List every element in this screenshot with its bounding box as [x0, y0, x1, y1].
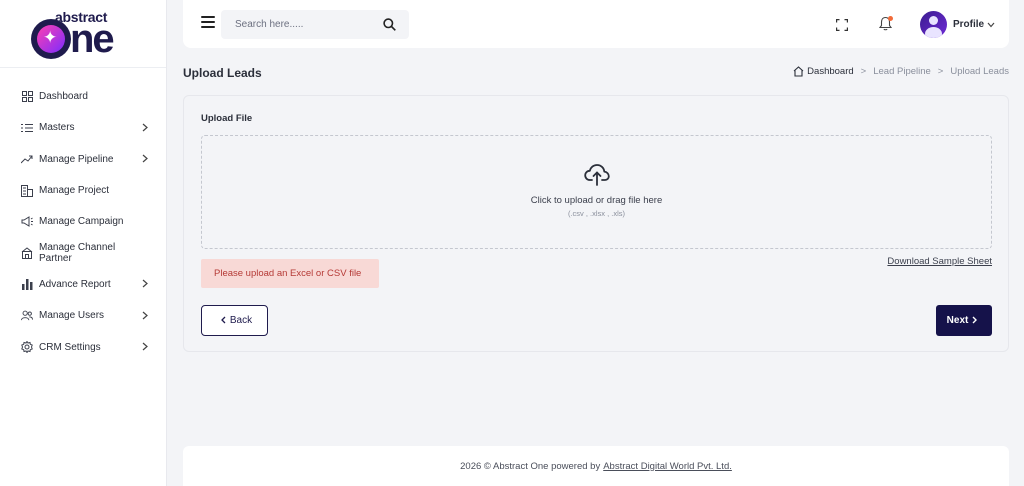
- sidebar-item-masters[interactable]: Masters: [0, 112, 166, 143]
- sidebar-item-label: Dashboard: [39, 91, 88, 103]
- logo-o-mark: ✦: [31, 18, 71, 59]
- avatar: [920, 11, 947, 38]
- sidebar-menu: Dashboard Masters Manage Pipeline Manage…: [0, 68, 166, 363]
- notification-dot: [888, 16, 893, 21]
- menu-toggle-icon[interactable]: [201, 16, 215, 28]
- profile-menu[interactable]: Profile: [920, 11, 995, 38]
- megaphone-icon: [21, 216, 33, 228]
- sidebar-item-label: CRM Settings: [39, 341, 101, 353]
- chevron-left-icon: [220, 316, 226, 326]
- search-icon[interactable]: [383, 17, 397, 32]
- next-button-label: Next: [946, 315, 969, 326]
- cloud-upload-icon: [583, 163, 610, 187]
- back-button[interactable]: Back: [201, 305, 268, 336]
- next-button[interactable]: Next: [936, 305, 992, 336]
- chevron-right-icon: [142, 154, 150, 164]
- chevron-right-icon: [972, 316, 978, 326]
- search-input[interactable]: [235, 19, 383, 30]
- page-title: Upload Leads: [183, 66, 262, 80]
- users-icon: [21, 310, 33, 322]
- building-icon: [21, 184, 33, 197]
- breadcrumb: Dashboard > Lead Pipeline > Upload Leads: [793, 66, 1009, 77]
- notification-bell-icon[interactable]: [878, 16, 893, 32]
- list-icon: [21, 122, 33, 134]
- chevron-right-icon: [142, 311, 150, 321]
- sidebar-item-manage-campaign[interactable]: Manage Campaign: [0, 206, 166, 237]
- dropzone-title: Click to upload or drag file here: [530, 195, 663, 206]
- sidebar-item-label: Manage Project: [39, 185, 110, 197]
- error-message: Please upload an Excel or CSV file: [201, 259, 379, 288]
- sidebar-item-advance-report[interactable]: Advance Report: [0, 269, 166, 300]
- gear-icon: [21, 341, 33, 354]
- sidebar-item-label: Advance Report: [39, 278, 111, 290]
- breadcrumb-separator: >: [937, 66, 944, 77]
- home-icon: [793, 66, 804, 77]
- search-box: [221, 10, 409, 39]
- file-dropzone[interactable]: Click to upload or drag file here (.csv …: [201, 135, 992, 249]
- sidebar-item-label: Manage Campaign: [39, 216, 124, 228]
- chevron-right-icon: [142, 123, 150, 133]
- logo-text-bottom: ne: [70, 16, 115, 61]
- sidebar: abstract ✦ ne Dashboard Masters Manage P…: [0, 0, 167, 486]
- sidebar-item-label: Manage Users: [39, 310, 105, 322]
- fullscreen-icon[interactable]: [836, 18, 848, 31]
- profile-label: Profile: [953, 19, 985, 30]
- sidebar-item-manage-pipeline[interactable]: Manage Pipeline: [0, 144, 166, 175]
- brand-logo[interactable]: abstract ✦ ne: [0, 0, 166, 68]
- sidebar-item-label: Manage Pipeline: [39, 153, 114, 165]
- footer: 2026 © Abstract One powered by Abstract …: [183, 446, 1009, 486]
- pipeline-icon: [21, 153, 33, 165]
- chevron-down-icon: [987, 20, 995, 30]
- upload-file-label: Upload File: [201, 113, 253, 124]
- breadcrumb-upload-leads: Upload Leads: [950, 66, 1009, 77]
- dropzone-formats: (.csv , .xlsx , .xls): [567, 209, 626, 218]
- breadcrumb-lead-pipeline[interactable]: Lead Pipeline: [873, 66, 931, 77]
- sidebar-item-label: Manage Channel Partner: [39, 242, 116, 265]
- sidebar-item-manage-project[interactable]: Manage Project: [0, 175, 166, 206]
- chevron-right-icon: [142, 342, 150, 352]
- breadcrumb-dashboard[interactable]: Dashboard: [807, 66, 853, 77]
- download-sample-sheet-link[interactable]: Download Sample Sheet: [887, 256, 992, 267]
- bar-chart-icon: [21, 278, 33, 290]
- footer-copyright: 2026 © Abstract One powered by: [460, 460, 601, 472]
- sidebar-item-crm-settings[interactable]: CRM Settings: [0, 331, 166, 362]
- footer-company-link[interactable]: Abstract Digital World Pvt. Ltd.: [603, 461, 732, 472]
- handshake-icon: [21, 247, 33, 260]
- chevron-right-icon: [142, 279, 150, 289]
- upload-card: Upload File Click to upload or drag file…: [183, 95, 1009, 352]
- sidebar-item-label: Masters: [39, 122, 75, 134]
- top-header: Profile: [183, 0, 1009, 48]
- sidebar-item-dashboard[interactable]: Dashboard: [0, 81, 166, 112]
- breadcrumb-separator: >: [860, 66, 867, 77]
- grid-icon: [21, 91, 33, 103]
- back-button-label: Back: [229, 315, 253, 326]
- sidebar-item-manage-users[interactable]: Manage Users: [0, 300, 166, 331]
- sidebar-item-manage-channel-partner[interactable]: Manage Channel Partner: [0, 237, 166, 268]
